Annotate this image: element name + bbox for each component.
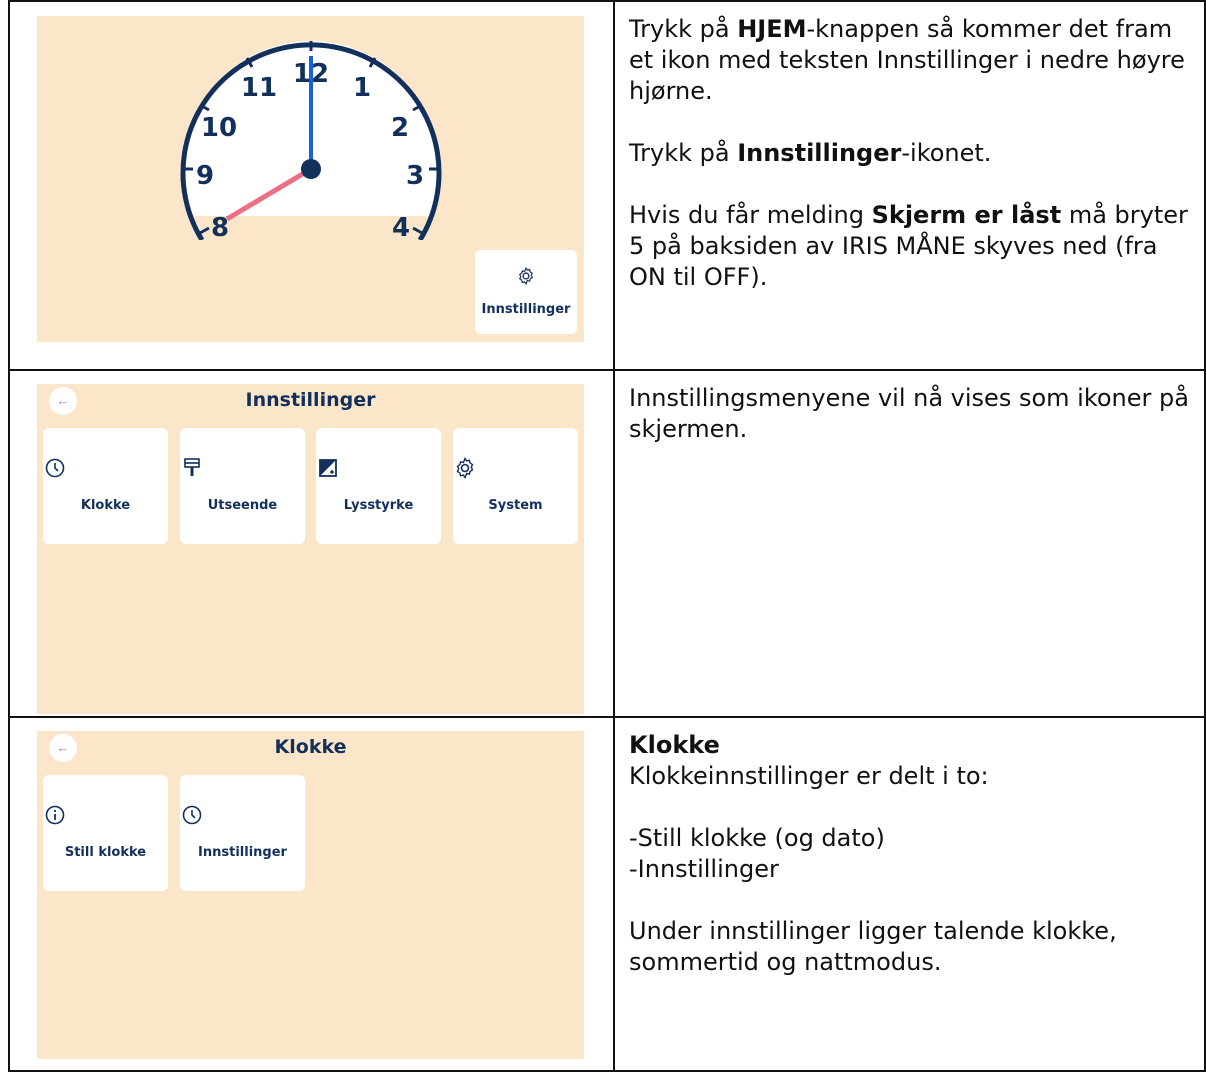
clock-number-3: 3 xyxy=(406,161,424,191)
row2-text-cell: Innstillingsmenyene vil nå vises som iko… xyxy=(613,369,1206,718)
tile-label: Utseende xyxy=(207,498,278,513)
info-icon xyxy=(45,805,65,825)
row3-screenshot-cell: ← Klokke Still klokke Innstillinger xyxy=(8,716,615,1072)
paragraph-menus: Innstillingsmenyene vil nå vises som iko… xyxy=(629,384,1189,443)
line-still-klokke: -Still klokke (og dato) xyxy=(629,824,885,852)
paint-roller-icon xyxy=(184,458,200,476)
paragraph-home: Trykk på HJEM-knappen så kommer det fram… xyxy=(629,15,1185,105)
tile-label: Lysstyrke xyxy=(343,498,414,513)
document-table: 12 1 2 3 4 8 9 10 11 xyxy=(8,0,1206,1072)
settings-screen: ← Innstillinger Klokke Utseende Lysstyrk… xyxy=(37,384,584,714)
tile-still-klokke[interactable]: Still klokke xyxy=(43,775,168,891)
line-under-innstillinger: Under innstillinger ligger talende klokk… xyxy=(629,917,1117,976)
tile-label: Innstillinger xyxy=(198,845,287,860)
gear-icon xyxy=(456,457,474,479)
clock-number-4: 4 xyxy=(392,213,410,240)
line-split: Klokkeinnstillinger er delt i to: xyxy=(629,762,989,790)
heading-klokke: Klokke xyxy=(629,731,720,759)
tile-label: Still klokke xyxy=(64,845,147,860)
tile-innstillinger[interactable]: Innstillinger xyxy=(180,775,305,891)
row1-text-cell: Trykk på HJEM-knappen så kommer det fram… xyxy=(613,0,1206,371)
tile-system[interactable]: System xyxy=(453,428,578,544)
settings-tile[interactable]: Innstillinger xyxy=(475,250,577,334)
gear-icon xyxy=(519,266,533,286)
clock-settings-screen: ← Klokke Still klokke Innstillinger xyxy=(37,731,584,1059)
tile-lysstyrke[interactable]: Lysstyrke xyxy=(316,428,441,544)
tile-label: Klokke xyxy=(80,498,131,513)
row2-screenshot-cell: ← Innstillinger Klokke Utseende Lysstyrk… xyxy=(8,369,615,718)
tile-label: System xyxy=(488,498,543,513)
clock-icon xyxy=(182,805,202,825)
clock-number-1: 1 xyxy=(353,73,371,103)
tile-utseende[interactable]: Utseende xyxy=(180,428,305,544)
line-innstillinger: -Innstillinger xyxy=(629,855,779,883)
clock-number-9: 9 xyxy=(196,161,214,191)
tile-klokke[interactable]: Klokke xyxy=(43,428,168,544)
brightness-icon xyxy=(319,459,337,477)
clock-number-11: 11 xyxy=(241,73,277,103)
paragraph-locked: Hvis du får melding Skjerm er låst må br… xyxy=(629,201,1188,291)
clock-icon xyxy=(45,458,65,478)
clock-face: 12 1 2 3 4 8 9 10 11 xyxy=(172,16,448,240)
paragraph-settings: Trykk på Innstillinger-ikonet. xyxy=(629,139,992,167)
screen-title: Klokke xyxy=(274,736,347,758)
row3-text-cell: Klokke Klokkeinnstillinger er delt i to:… xyxy=(613,716,1206,1072)
settings-tile-label: Innstillinger xyxy=(481,302,571,317)
clock-number-2: 2 xyxy=(391,113,409,143)
clock-number-10: 10 xyxy=(201,113,237,143)
row1-screenshot-cell: 12 1 2 3 4 8 9 10 11 xyxy=(8,0,615,371)
screen-title: Innstillinger xyxy=(245,389,376,411)
home-screen: 12 1 2 3 4 8 9 10 11 xyxy=(37,16,584,342)
